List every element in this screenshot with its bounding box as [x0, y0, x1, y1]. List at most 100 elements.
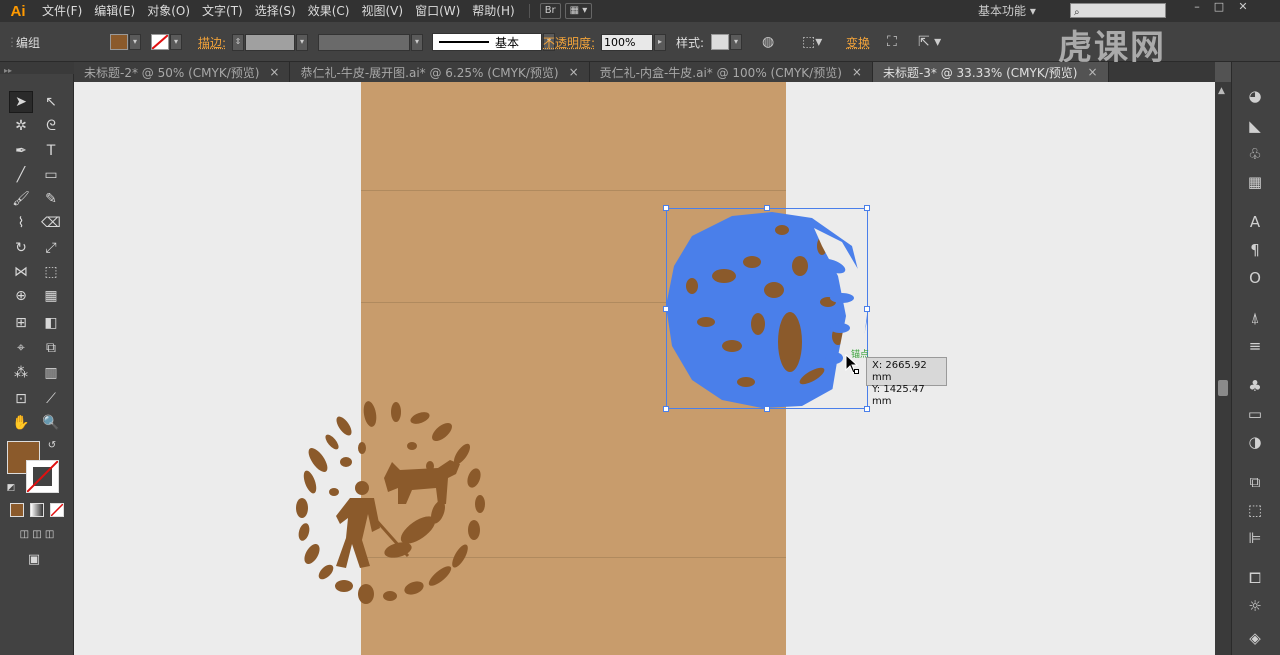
menu-window[interactable]: 窗口(W)	[409, 0, 466, 22]
graphic-styles-panel-icon[interactable]: ◈	[1244, 628, 1266, 648]
swap-fill-stroke-icon[interactable]: ↺	[45, 438, 59, 452]
opacity-dropdown-icon[interactable]: ▸	[654, 33, 666, 51]
paintbrush-tool-icon[interactable]: 🖌	[9, 188, 33, 210]
gradient-mode-button[interactable]	[30, 503, 44, 517]
default-colors-icon[interactable]: ◩	[4, 481, 18, 495]
resize-handle-sw[interactable]	[663, 406, 669, 412]
close-icon[interactable]: ×	[569, 65, 579, 79]
selection-bounding-box[interactable]	[666, 208, 868, 409]
column-graph-tool-icon[interactable]: ▥	[39, 362, 63, 384]
artboard-canvas[interactable]	[74, 82, 1215, 655]
fill-swatch[interactable]	[110, 34, 128, 50]
opacity-panel-link[interactable]: 不透明度:	[543, 34, 595, 51]
menu-effect[interactable]: 效果(C)	[302, 0, 356, 22]
mesh-tool-icon[interactable]: ⊞	[9, 312, 33, 334]
workspace-switcher[interactable]: 基本功能 ▾	[978, 0, 1036, 22]
direct-selection-tool-icon[interactable]: ↖	[39, 91, 63, 113]
symbols-club-icon[interactable]: ♣	[1244, 376, 1266, 396]
resize-handle-nw[interactable]	[663, 205, 669, 211]
close-icon[interactable]: ×	[1087, 65, 1097, 79]
selection-tool-icon[interactable]: ➤	[9, 91, 33, 113]
fill-color-control[interactable]: ▾	[110, 22, 141, 62]
stroke-dropdown-icon[interactable]: ▾	[170, 34, 182, 50]
width-tool-icon[interactable]: ⋈	[9, 261, 33, 283]
lasso-tool-icon[interactable]: ᘓ	[39, 115, 63, 137]
transform-panel-icon[interactable]: ⬚	[1244, 500, 1266, 520]
symbol-sprayer-tool-icon[interactable]: ⁂	[9, 362, 33, 384]
variable-width-profile[interactable]	[318, 33, 410, 51]
minimize-button[interactable]: –	[1186, 0, 1208, 13]
gradient-tool-icon[interactable]: ◧	[39, 312, 63, 334]
tab-inner-box[interactable]: 贡仁礼-内盒-牛皮.ai* @ 100% (CMYK/预览) ×	[589, 62, 873, 82]
stroke-none-swatch[interactable]	[151, 34, 169, 50]
tools-panel-grip[interactable]: ▸▸	[0, 62, 74, 75]
color-mode-button[interactable]	[10, 503, 24, 517]
menu-view[interactable]: 视图(V)	[355, 0, 409, 22]
control-panel-menu-icon[interactable]: ⇱ ▾	[918, 34, 941, 50]
hand-tool-icon[interactable]: ✋	[9, 412, 33, 434]
line-segment-tool-icon[interactable]: ╱	[9, 164, 33, 186]
swatches-panel-icon[interactable]: ▦	[1244, 172, 1266, 192]
scroll-up-arrow-icon[interactable]: ▲	[1218, 86, 1225, 96]
align-panel-icon[interactable]: ⊫	[1244, 528, 1266, 548]
pencil-tool-icon[interactable]: ✎	[39, 188, 63, 210]
slice-tool-icon[interactable]: ⟋	[39, 388, 63, 410]
close-icon[interactable]: ×	[852, 65, 862, 79]
isolate-group-icon[interactable]: ⛶	[887, 34, 897, 50]
stroke-panel-link[interactable]: 描边:	[198, 34, 226, 51]
drawing-modes-icon[interactable]: ◫ ◫ ◫	[7, 526, 67, 542]
close-icon[interactable]: ×	[269, 65, 279, 79]
pen-tool-icon[interactable]: ✒	[9, 140, 33, 162]
fill-dropdown-icon[interactable]: ▾	[129, 34, 141, 50]
opentype-panel-icon[interactable]: O	[1244, 268, 1266, 288]
recolor-artwork-icon[interactable]: ◍	[762, 34, 774, 50]
zoom-tool-icon[interactable]: 🔍	[39, 412, 63, 434]
graphic-style-swatch[interactable]	[711, 34, 729, 50]
close-window-button[interactable]: ✕	[1232, 0, 1254, 13]
stroke-color-control[interactable]: ▾	[151, 22, 182, 62]
stroke-weight-stepper[interactable]: ⇕	[232, 33, 244, 51]
layers-panel-icon[interactable]: ⧉	[1244, 472, 1266, 492]
harvest-emblem-artwork[interactable]	[288, 400, 494, 606]
scrollbar-thumb[interactable]	[1218, 380, 1228, 396]
eyedropper-tool-icon[interactable]: ⌖	[9, 337, 33, 359]
none-mode-button[interactable]	[50, 503, 64, 517]
brush-definition-select[interactable]: 基本	[432, 33, 542, 51]
paragraph-panel-icon[interactable]: ¶	[1244, 240, 1266, 260]
menu-type[interactable]: 文字(T)	[196, 0, 249, 22]
resize-handle-n[interactable]	[764, 205, 770, 211]
resize-handle-se[interactable]	[864, 406, 870, 412]
brushes-panel-icon[interactable]: ⍋	[1244, 308, 1266, 328]
resize-handle-s[interactable]	[764, 406, 770, 412]
menu-edit[interactable]: 编辑(E)	[88, 0, 141, 22]
character-panel-icon[interactable]: A	[1244, 212, 1266, 232]
stroke-weight-field[interactable]	[245, 33, 295, 51]
arrange-documents-button[interactable]: ▦ ▾	[564, 3, 593, 19]
menu-select[interactable]: 选择(S)	[249, 0, 302, 22]
color-panel-icon[interactable]: ◕	[1244, 86, 1266, 106]
rotate-tool-icon[interactable]: ↻	[9, 237, 33, 259]
stroke-panel-icon[interactable]: ≡	[1244, 336, 1266, 356]
transform-panel-link[interactable]: 变换	[846, 34, 870, 51]
vertical-scrollbar[interactable]: ▲	[1215, 82, 1231, 655]
resize-handle-e[interactable]	[864, 306, 870, 312]
rectangle-tool-icon[interactable]: ▭	[39, 164, 63, 186]
stroke-weight-dropdown-icon[interactable]: ▾	[296, 33, 308, 51]
resize-handle-w[interactable]	[663, 306, 669, 312]
transparency-panel-icon[interactable]: ◑	[1244, 432, 1266, 452]
menu-object[interactable]: 对象(O)	[141, 0, 196, 22]
color-guide-panel-icon[interactable]: ◣	[1244, 116, 1266, 136]
menu-file[interactable]: 文件(F)	[36, 0, 88, 22]
blend-tool-icon[interactable]: ⧉	[39, 337, 63, 359]
magic-wand-tool-icon[interactable]: ✲	[9, 115, 33, 137]
maximize-button[interactable]: □	[1208, 0, 1230, 13]
gradient-panel-icon[interactable]: ▭	[1244, 404, 1266, 424]
scale-tool-icon[interactable]: ⤢	[39, 237, 63, 259]
align-to-icon[interactable]: ⬚▾	[802, 34, 822, 50]
symbols-panel-icon[interactable]: ♧	[1244, 144, 1266, 164]
tab-kraft-unfold[interactable]: 恭仁礼-牛皮-展开图.ai* @ 6.25% (CMYK/预览) ×	[290, 62, 590, 82]
graphic-style-dropdown-icon[interactable]: ▾	[730, 34, 742, 50]
bridge-button[interactable]: Br	[539, 3, 561, 19]
tab-untitled-3[interactable]: 未标题-3* @ 33.33% (CMYK/预览) ×	[872, 62, 1109, 82]
tab-untitled-2[interactable]: 未标题-2* @ 50% (CMYK/预览) ×	[74, 62, 291, 82]
